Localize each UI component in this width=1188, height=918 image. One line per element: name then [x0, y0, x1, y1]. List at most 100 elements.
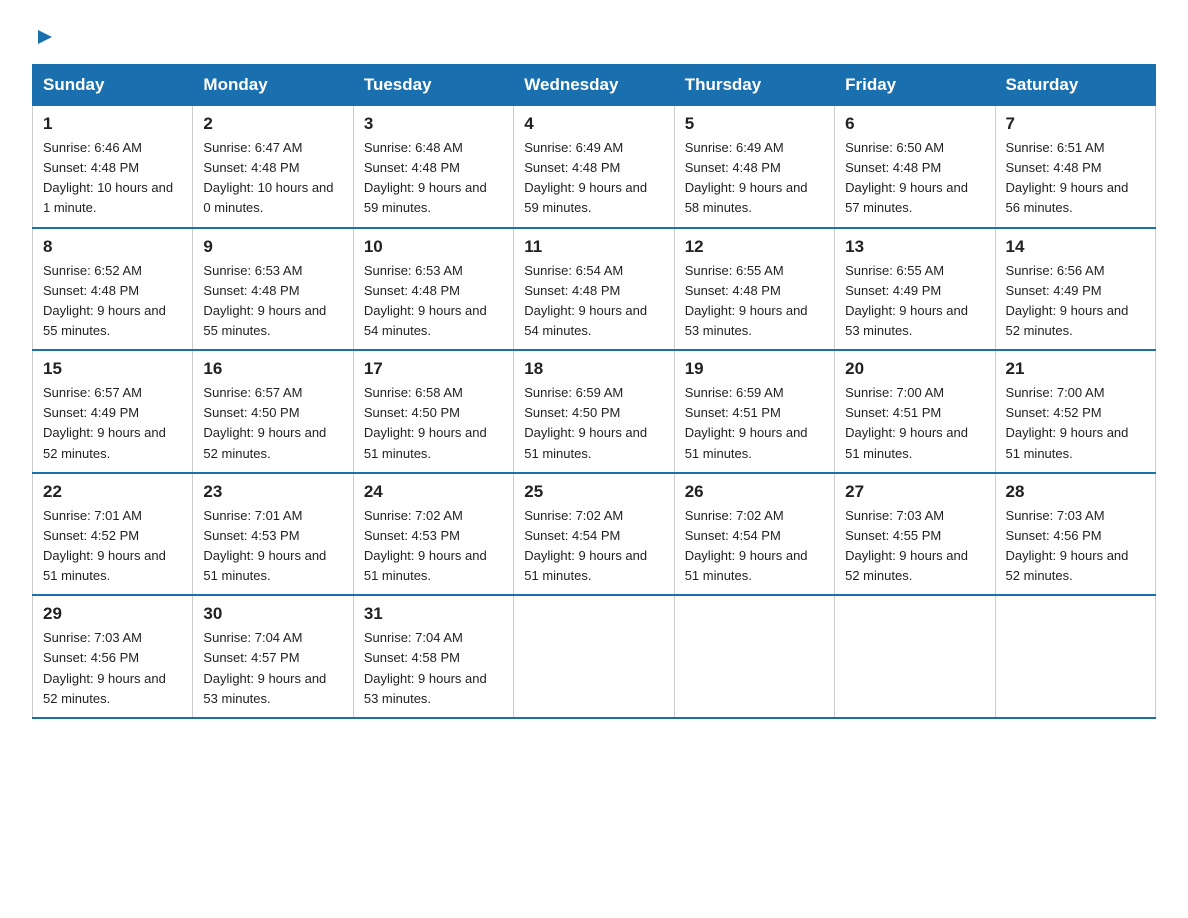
day-number: 26	[685, 482, 824, 502]
calendar-cell	[835, 595, 995, 718]
sunrise-label: Sunrise: 7:01 AM	[203, 508, 302, 523]
calendar-cell: 17 Sunrise: 6:58 AM Sunset: 4:50 PM Dayl…	[353, 350, 513, 473]
sunset-label: Sunset: 4:48 PM	[524, 160, 620, 175]
sunset-label: Sunset: 4:48 PM	[203, 283, 299, 298]
day-number: 28	[1006, 482, 1145, 502]
daylight-label: Daylight: 9 hours and 57 minutes.	[845, 180, 968, 215]
calendar-cell: 1 Sunrise: 6:46 AM Sunset: 4:48 PM Dayli…	[33, 106, 193, 228]
sunrise-label: Sunrise: 7:04 AM	[364, 630, 463, 645]
day-number: 10	[364, 237, 503, 257]
calendar-cell: 14 Sunrise: 6:56 AM Sunset: 4:49 PM Dayl…	[995, 228, 1155, 351]
calendar-header-row: SundayMondayTuesdayWednesdayThursdayFrid…	[33, 65, 1156, 106]
sunset-label: Sunset: 4:53 PM	[203, 528, 299, 543]
day-info: Sunrise: 7:02 AM Sunset: 4:53 PM Dayligh…	[364, 506, 503, 587]
day-number: 3	[364, 114, 503, 134]
daylight-label: Daylight: 9 hours and 51 minutes.	[203, 548, 326, 583]
day-number: 16	[203, 359, 342, 379]
sunrise-label: Sunrise: 6:46 AM	[43, 140, 142, 155]
calendar-cell: 22 Sunrise: 7:01 AM Sunset: 4:52 PM Dayl…	[33, 473, 193, 596]
sunset-label: Sunset: 4:48 PM	[685, 283, 781, 298]
calendar-cell: 29 Sunrise: 7:03 AM Sunset: 4:56 PM Dayl…	[33, 595, 193, 718]
calendar-cell: 25 Sunrise: 7:02 AM Sunset: 4:54 PM Dayl…	[514, 473, 674, 596]
sunset-label: Sunset: 4:52 PM	[43, 528, 139, 543]
sunset-label: Sunset: 4:48 PM	[685, 160, 781, 175]
sunset-label: Sunset: 4:50 PM	[524, 405, 620, 420]
sunrise-label: Sunrise: 6:57 AM	[43, 385, 142, 400]
calendar-cell: 13 Sunrise: 6:55 AM Sunset: 4:49 PM Dayl…	[835, 228, 995, 351]
daylight-label: Daylight: 9 hours and 51 minutes.	[845, 425, 968, 460]
calendar-cell: 26 Sunrise: 7:02 AM Sunset: 4:54 PM Dayl…	[674, 473, 834, 596]
day-number: 11	[524, 237, 663, 257]
calendar-cell: 15 Sunrise: 6:57 AM Sunset: 4:49 PM Dayl…	[33, 350, 193, 473]
day-info: Sunrise: 7:03 AM Sunset: 4:56 PM Dayligh…	[43, 628, 182, 709]
day-info: Sunrise: 6:59 AM Sunset: 4:50 PM Dayligh…	[524, 383, 663, 464]
sunset-label: Sunset: 4:52 PM	[1006, 405, 1102, 420]
sunrise-label: Sunrise: 7:03 AM	[845, 508, 944, 523]
day-number: 8	[43, 237, 182, 257]
calendar-week-row: 8 Sunrise: 6:52 AM Sunset: 4:48 PM Dayli…	[33, 228, 1156, 351]
day-number: 25	[524, 482, 663, 502]
day-info: Sunrise: 7:03 AM Sunset: 4:55 PM Dayligh…	[845, 506, 984, 587]
daylight-label: Daylight: 9 hours and 58 minutes.	[685, 180, 808, 215]
daylight-label: Daylight: 9 hours and 54 minutes.	[364, 303, 487, 338]
day-info: Sunrise: 6:57 AM Sunset: 4:50 PM Dayligh…	[203, 383, 342, 464]
sunrise-label: Sunrise: 6:50 AM	[845, 140, 944, 155]
calendar-week-row: 29 Sunrise: 7:03 AM Sunset: 4:56 PM Dayl…	[33, 595, 1156, 718]
calendar-cell: 23 Sunrise: 7:01 AM Sunset: 4:53 PM Dayl…	[193, 473, 353, 596]
sunrise-label: Sunrise: 6:55 AM	[685, 263, 784, 278]
header-tuesday: Tuesday	[353, 65, 513, 106]
calendar-cell: 18 Sunrise: 6:59 AM Sunset: 4:50 PM Dayl…	[514, 350, 674, 473]
day-info: Sunrise: 7:02 AM Sunset: 4:54 PM Dayligh…	[524, 506, 663, 587]
sunset-label: Sunset: 4:48 PM	[43, 160, 139, 175]
day-number: 23	[203, 482, 342, 502]
sunset-label: Sunset: 4:49 PM	[845, 283, 941, 298]
calendar-cell: 31 Sunrise: 7:04 AM Sunset: 4:58 PM Dayl…	[353, 595, 513, 718]
daylight-label: Daylight: 9 hours and 53 minutes.	[685, 303, 808, 338]
day-number: 21	[1006, 359, 1145, 379]
day-number: 22	[43, 482, 182, 502]
calendar-cell: 2 Sunrise: 6:47 AM Sunset: 4:48 PM Dayli…	[193, 106, 353, 228]
calendar-cell: 21 Sunrise: 7:00 AM Sunset: 4:52 PM Dayl…	[995, 350, 1155, 473]
sunset-label: Sunset: 4:48 PM	[845, 160, 941, 175]
calendar-cell: 4 Sunrise: 6:49 AM Sunset: 4:48 PM Dayli…	[514, 106, 674, 228]
daylight-label: Daylight: 9 hours and 51 minutes.	[685, 425, 808, 460]
sunrise-label: Sunrise: 6:59 AM	[685, 385, 784, 400]
calendar-cell: 20 Sunrise: 7:00 AM Sunset: 4:51 PM Dayl…	[835, 350, 995, 473]
sunset-label: Sunset: 4:49 PM	[43, 405, 139, 420]
sunset-label: Sunset: 4:56 PM	[1006, 528, 1102, 543]
sunrise-label: Sunrise: 6:49 AM	[685, 140, 784, 155]
sunset-label: Sunset: 4:53 PM	[364, 528, 460, 543]
sunset-label: Sunset: 4:57 PM	[203, 650, 299, 665]
sunrise-label: Sunrise: 6:58 AM	[364, 385, 463, 400]
sunrise-label: Sunrise: 6:52 AM	[43, 263, 142, 278]
day-number: 9	[203, 237, 342, 257]
sunrise-label: Sunrise: 6:55 AM	[845, 263, 944, 278]
day-info: Sunrise: 7:00 AM Sunset: 4:52 PM Dayligh…	[1006, 383, 1145, 464]
day-number: 30	[203, 604, 342, 624]
sunset-label: Sunset: 4:48 PM	[364, 160, 460, 175]
sunset-label: Sunset: 4:55 PM	[845, 528, 941, 543]
day-number: 12	[685, 237, 824, 257]
sunset-label: Sunset: 4:56 PM	[43, 650, 139, 665]
day-info: Sunrise: 6:47 AM Sunset: 4:48 PM Dayligh…	[203, 138, 342, 219]
sunrise-label: Sunrise: 7:00 AM	[1006, 385, 1105, 400]
day-info: Sunrise: 6:59 AM Sunset: 4:51 PM Dayligh…	[685, 383, 824, 464]
daylight-label: Daylight: 9 hours and 54 minutes.	[524, 303, 647, 338]
sunrise-label: Sunrise: 7:02 AM	[364, 508, 463, 523]
daylight-label: Daylight: 9 hours and 51 minutes.	[43, 548, 166, 583]
sunset-label: Sunset: 4:50 PM	[203, 405, 299, 420]
day-number: 27	[845, 482, 984, 502]
day-number: 31	[364, 604, 503, 624]
sunset-label: Sunset: 4:48 PM	[43, 283, 139, 298]
calendar-cell: 30 Sunrise: 7:04 AM Sunset: 4:57 PM Dayl…	[193, 595, 353, 718]
sunset-label: Sunset: 4:48 PM	[524, 283, 620, 298]
header-sunday: Sunday	[33, 65, 193, 106]
calendar-cell: 19 Sunrise: 6:59 AM Sunset: 4:51 PM Dayl…	[674, 350, 834, 473]
calendar-cell: 27 Sunrise: 7:03 AM Sunset: 4:55 PM Dayl…	[835, 473, 995, 596]
calendar-cell	[995, 595, 1155, 718]
calendar-cell: 5 Sunrise: 6:49 AM Sunset: 4:48 PM Dayli…	[674, 106, 834, 228]
sunrise-label: Sunrise: 6:53 AM	[203, 263, 302, 278]
day-info: Sunrise: 6:53 AM Sunset: 4:48 PM Dayligh…	[364, 261, 503, 342]
day-info: Sunrise: 6:55 AM Sunset: 4:48 PM Dayligh…	[685, 261, 824, 342]
daylight-label: Daylight: 9 hours and 52 minutes.	[203, 425, 326, 460]
